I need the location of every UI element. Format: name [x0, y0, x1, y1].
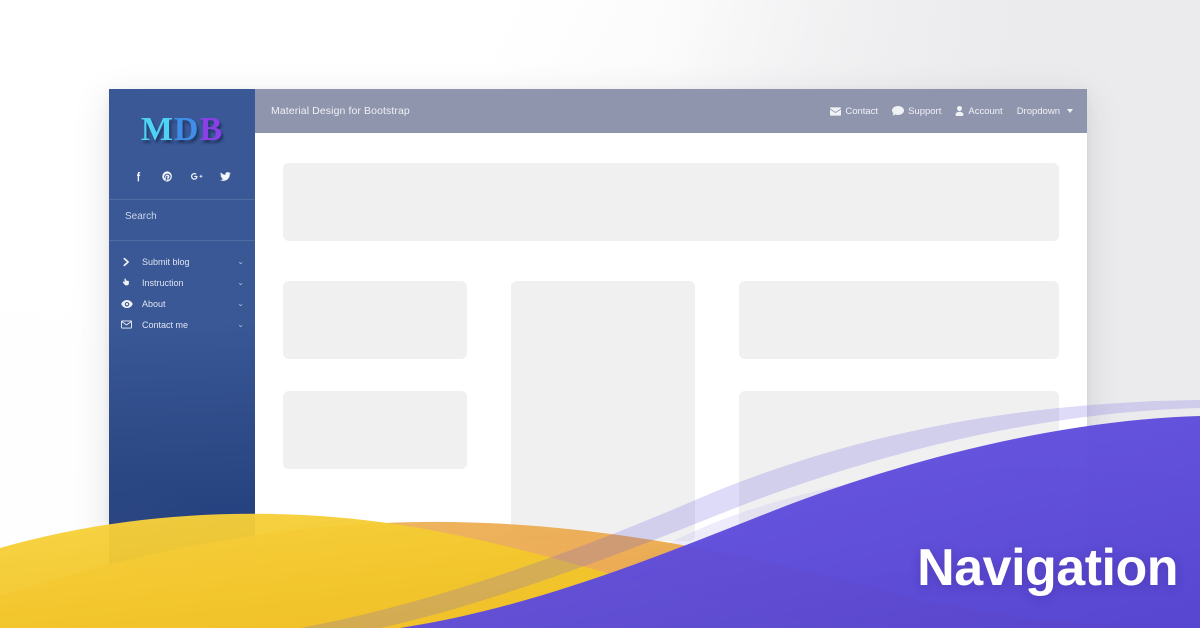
eye-icon: [121, 299, 136, 309]
hero-placeholder: [283, 163, 1059, 241]
hand-pointer-icon: [121, 277, 136, 288]
navbar-item-dropdown[interactable]: Dropdown: [1017, 106, 1073, 117]
pinterest-icon[interactable]: [161, 170, 174, 183]
placeholder-column-left: [283, 281, 467, 469]
logo-letter-m: M: [140, 111, 174, 148]
chevron-down-icon[interactable]: ⌄: [237, 320, 244, 329]
placeholder-column-middle: [511, 281, 695, 541]
user-icon: [955, 106, 964, 116]
envelope-icon: [830, 106, 842, 116]
sidebar-decorative-wave: [109, 314, 255, 574]
browser-window: MDB Search Submit blog ⌄ Instruction ⌄ A…: [109, 89, 1087, 574]
chevron-right-icon: [121, 257, 136, 267]
sidebar-menu: Submit blog ⌄ Instruction ⌄ About ⌄ Cont…: [109, 241, 255, 335]
middle-placeholder: [511, 281, 695, 541]
twitter-icon[interactable]: [219, 170, 232, 183]
sidebar-item-label: Instruction: [142, 277, 184, 288]
logo-letter-d: D: [173, 111, 200, 148]
navbar-links: Contact Support Account Dropdown: [830, 106, 1073, 117]
envelope-icon: [121, 320, 136, 329]
chevron-down-icon[interactable]: ⌄: [237, 278, 244, 287]
top-navbar: Material Design for Bootstrap Contact Su…: [255, 89, 1087, 133]
logo-letter-b: B: [199, 111, 224, 148]
content-area: [255, 133, 1087, 574]
search-row: [109, 200, 255, 232]
left-placeholder-1: [283, 281, 467, 359]
search-input[interactable]: [125, 210, 239, 222]
navbar-item-support[interactable]: Support: [892, 106, 941, 117]
page-title: Navigation: [917, 539, 1178, 597]
placeholder-column-right: [739, 281, 1059, 531]
sidebar-item-label: Contact me: [142, 319, 189, 330]
comment-icon: [892, 106, 905, 116]
chevron-down-icon[interactable]: ⌄: [237, 257, 244, 266]
navbar-item-account[interactable]: Account: [955, 105, 1003, 117]
sidebar-item-instruction[interactable]: Instruction ⌄: [109, 272, 255, 293]
chevron-down-icon[interactable]: ⌄: [237, 299, 244, 308]
sidebar-item-label: Submit blog: [142, 256, 190, 267]
screenshot-canvas: MDB Search Submit blog ⌄ Instruction ⌄ A…: [0, 0, 1200, 628]
placeholder-grid: [283, 281, 1059, 541]
sidebar-item-label: About: [142, 298, 166, 309]
sidebar: MDB Search Submit blog ⌄ Instruction ⌄ A…: [109, 89, 255, 574]
navbar-item-label: Dropdown: [1016, 105, 1060, 117]
right-placeholder-1: [739, 281, 1059, 359]
right-placeholder-2: [739, 391, 1059, 531]
caret-down-icon: [1067, 109, 1073, 113]
mdb-logo[interactable]: MDB: [141, 113, 223, 147]
navbar-item-label: Contact: [845, 105, 879, 117]
navbar-item-label: Account: [968, 105, 1003, 117]
sidebar-item-contact-me[interactable]: Contact me ⌄: [109, 314, 255, 335]
navbar-item-label: Support: [908, 105, 942, 117]
navbar-item-contact[interactable]: Contact: [830, 106, 878, 117]
sidebar-item-submit-blog[interactable]: Submit blog ⌄: [109, 251, 255, 272]
facebook-icon[interactable]: [132, 170, 145, 183]
sidebar-item-about[interactable]: About ⌄: [109, 293, 255, 314]
sidebar-logo-area: MDB: [109, 89, 255, 167]
navbar-brand[interactable]: Material Design for Bootstrap: [271, 105, 410, 117]
left-placeholder-2: [283, 391, 467, 469]
google-plus-icon[interactable]: [190, 170, 203, 183]
social-links-row: [109, 161, 255, 191]
